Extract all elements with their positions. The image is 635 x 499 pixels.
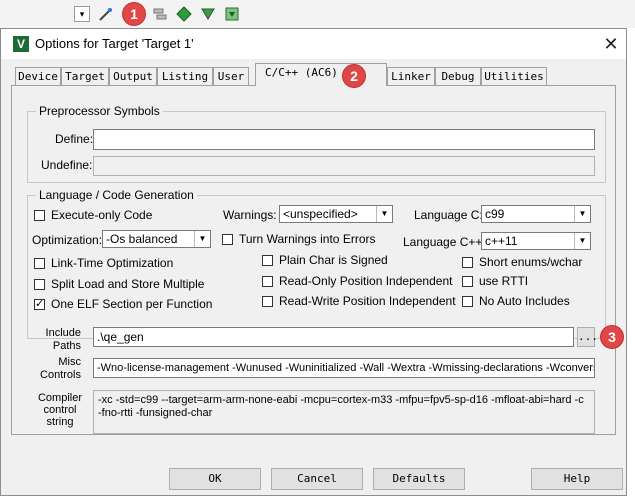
tab-c-cpp-ac6-label: C/C++ (AC6) bbox=[265, 66, 338, 79]
no-auto-includes-checkbox[interactable] bbox=[462, 296, 473, 307]
tab-user[interactable]: User bbox=[213, 67, 249, 85]
include-paths-label: Include Paths bbox=[45, 327, 81, 352]
language-cpp-select[interactable]: c++11 ▼ bbox=[481, 232, 591, 250]
use-rtti-checkbox[interactable] bbox=[462, 276, 473, 287]
keil-logo-icon: V bbox=[13, 36, 29, 52]
language-c-value: c99 bbox=[485, 207, 505, 221]
include-paths-input[interactable]: .\qe_gen bbox=[93, 327, 574, 347]
chevron-down-icon: ▼ bbox=[376, 206, 392, 222]
ok-button[interactable]: OK bbox=[169, 468, 261, 490]
link-time-opt-label: Link-Time Optimization bbox=[51, 256, 174, 270]
chevron-down-icon: ▼ bbox=[194, 231, 210, 247]
define-input[interactable] bbox=[93, 129, 595, 150]
toolbar: ▾ 1 bbox=[0, 0, 635, 28]
optimization-value: -Os balanced bbox=[106, 232, 178, 246]
split-load-store-checkbox[interactable] bbox=[34, 279, 45, 290]
chevron-down-icon: ▼ bbox=[574, 206, 590, 222]
language-group: Language / Code Generation Execute-only … bbox=[27, 188, 606, 339]
language-title: Language / Code Generation bbox=[36, 188, 197, 202]
define-label: Define: bbox=[55, 132, 94, 146]
readwrite-pi-checkbox[interactable] bbox=[262, 296, 273, 307]
tab-target[interactable]: Target bbox=[61, 67, 109, 85]
warnings-value: <unspecified> bbox=[283, 207, 358, 221]
download-icon[interactable] bbox=[224, 6, 240, 22]
cancel-button[interactable]: Cancel bbox=[271, 468, 363, 490]
language-c-label: Language C: bbox=[414, 208, 483, 222]
misc-controls-label: Misc Controls bbox=[40, 356, 81, 381]
undefine-input[interactable] bbox=[93, 156, 595, 176]
compiler-control-label: Compiler control string bbox=[37, 392, 82, 428]
green-diamond-icon[interactable] bbox=[176, 6, 192, 22]
dropdown-icon[interactable]: ▾ bbox=[74, 6, 90, 22]
tab-c-cpp-ac6[interactable]: C/C++ (AC6) bbox=[255, 63, 387, 86]
execute-only-checkbox[interactable] bbox=[34, 210, 45, 221]
misc-controls-input[interactable]: -Wno-license-management -Wunused -Wunini… bbox=[93, 358, 595, 378]
close-button[interactable]: ✕ bbox=[599, 32, 623, 56]
tab-linker[interactable]: Linker bbox=[387, 67, 435, 85]
tab-output[interactable]: Output bbox=[109, 67, 157, 85]
tab-debug[interactable]: Debug bbox=[435, 67, 481, 85]
language-cpp-label: Language C++: bbox=[403, 235, 486, 249]
tab-listing[interactable]: Listing bbox=[157, 67, 213, 85]
badge-2: 2 bbox=[343, 65, 365, 87]
readonly-pi-label: Read-Only Position Independent bbox=[279, 274, 453, 288]
optimization-select[interactable]: -Os balanced ▼ bbox=[102, 230, 211, 248]
translate-icon[interactable] bbox=[200, 6, 216, 22]
plain-char-label: Plain Char is Signed bbox=[279, 253, 388, 267]
badge-1: 1 bbox=[123, 3, 145, 25]
help-button[interactable]: Help bbox=[531, 468, 623, 490]
browse-button[interactable]: ... bbox=[577, 327, 598, 347]
warnings-errors-label: Turn Warnings into Errors bbox=[239, 232, 376, 246]
short-enums-checkbox[interactable] bbox=[462, 257, 473, 268]
options-dialog: V Options for Target 'Target 1' ✕ Device… bbox=[0, 28, 627, 496]
link-time-opt-checkbox[interactable] bbox=[34, 258, 45, 269]
one-elf-section-label: One ELF Section per Function bbox=[51, 297, 213, 311]
title-bar: V Options for Target 'Target 1' ✕ bbox=[1, 29, 626, 59]
badge-3: 3 bbox=[601, 326, 623, 348]
magic-wand-icon[interactable] bbox=[98, 6, 114, 22]
chevron-down-icon: ▼ bbox=[574, 233, 590, 249]
short-enums-label: Short enums/wchar bbox=[479, 255, 583, 269]
optimization-label: Optimization: bbox=[32, 233, 103, 247]
defaults-button[interactable]: Defaults bbox=[373, 468, 465, 490]
use-rtti-label: use RTTI bbox=[479, 274, 529, 288]
one-elf-section-checkbox[interactable]: ✓ bbox=[34, 299, 45, 310]
tab-device[interactable]: Device bbox=[15, 67, 61, 85]
background-editor bbox=[627, 28, 635, 499]
compiler-control-text: -xc -std=c99 --target=arm-arm-none-eabi … bbox=[93, 390, 595, 434]
stack-icon[interactable] bbox=[152, 6, 168, 22]
readonly-pi-checkbox[interactable] bbox=[262, 276, 273, 287]
undefine-label: Undefine: bbox=[41, 158, 93, 172]
preprocessor-group: Preprocessor Symbols Define: Undefine: bbox=[27, 104, 606, 183]
warnings-errors-checkbox[interactable] bbox=[222, 234, 233, 245]
tab-utilities[interactable]: Utilities bbox=[481, 67, 547, 85]
dialog-title: Options for Target 'Target 1' bbox=[35, 36, 194, 51]
warnings-label: Warnings: bbox=[223, 208, 277, 222]
warnings-select[interactable]: <unspecified> ▼ bbox=[279, 205, 393, 223]
language-c-select[interactable]: c99 ▼ bbox=[481, 205, 591, 223]
split-load-store-label: Split Load and Store Multiple bbox=[51, 277, 205, 291]
readwrite-pi-label: Read-Write Position Independent bbox=[279, 294, 456, 308]
language-cpp-value: c++11 bbox=[485, 234, 518, 248]
plain-char-checkbox[interactable] bbox=[262, 255, 273, 266]
execute-only-label: Execute-only Code bbox=[51, 208, 153, 222]
no-auto-includes-label: No Auto Includes bbox=[479, 294, 570, 308]
preprocessor-title: Preprocessor Symbols bbox=[36, 104, 163, 118]
